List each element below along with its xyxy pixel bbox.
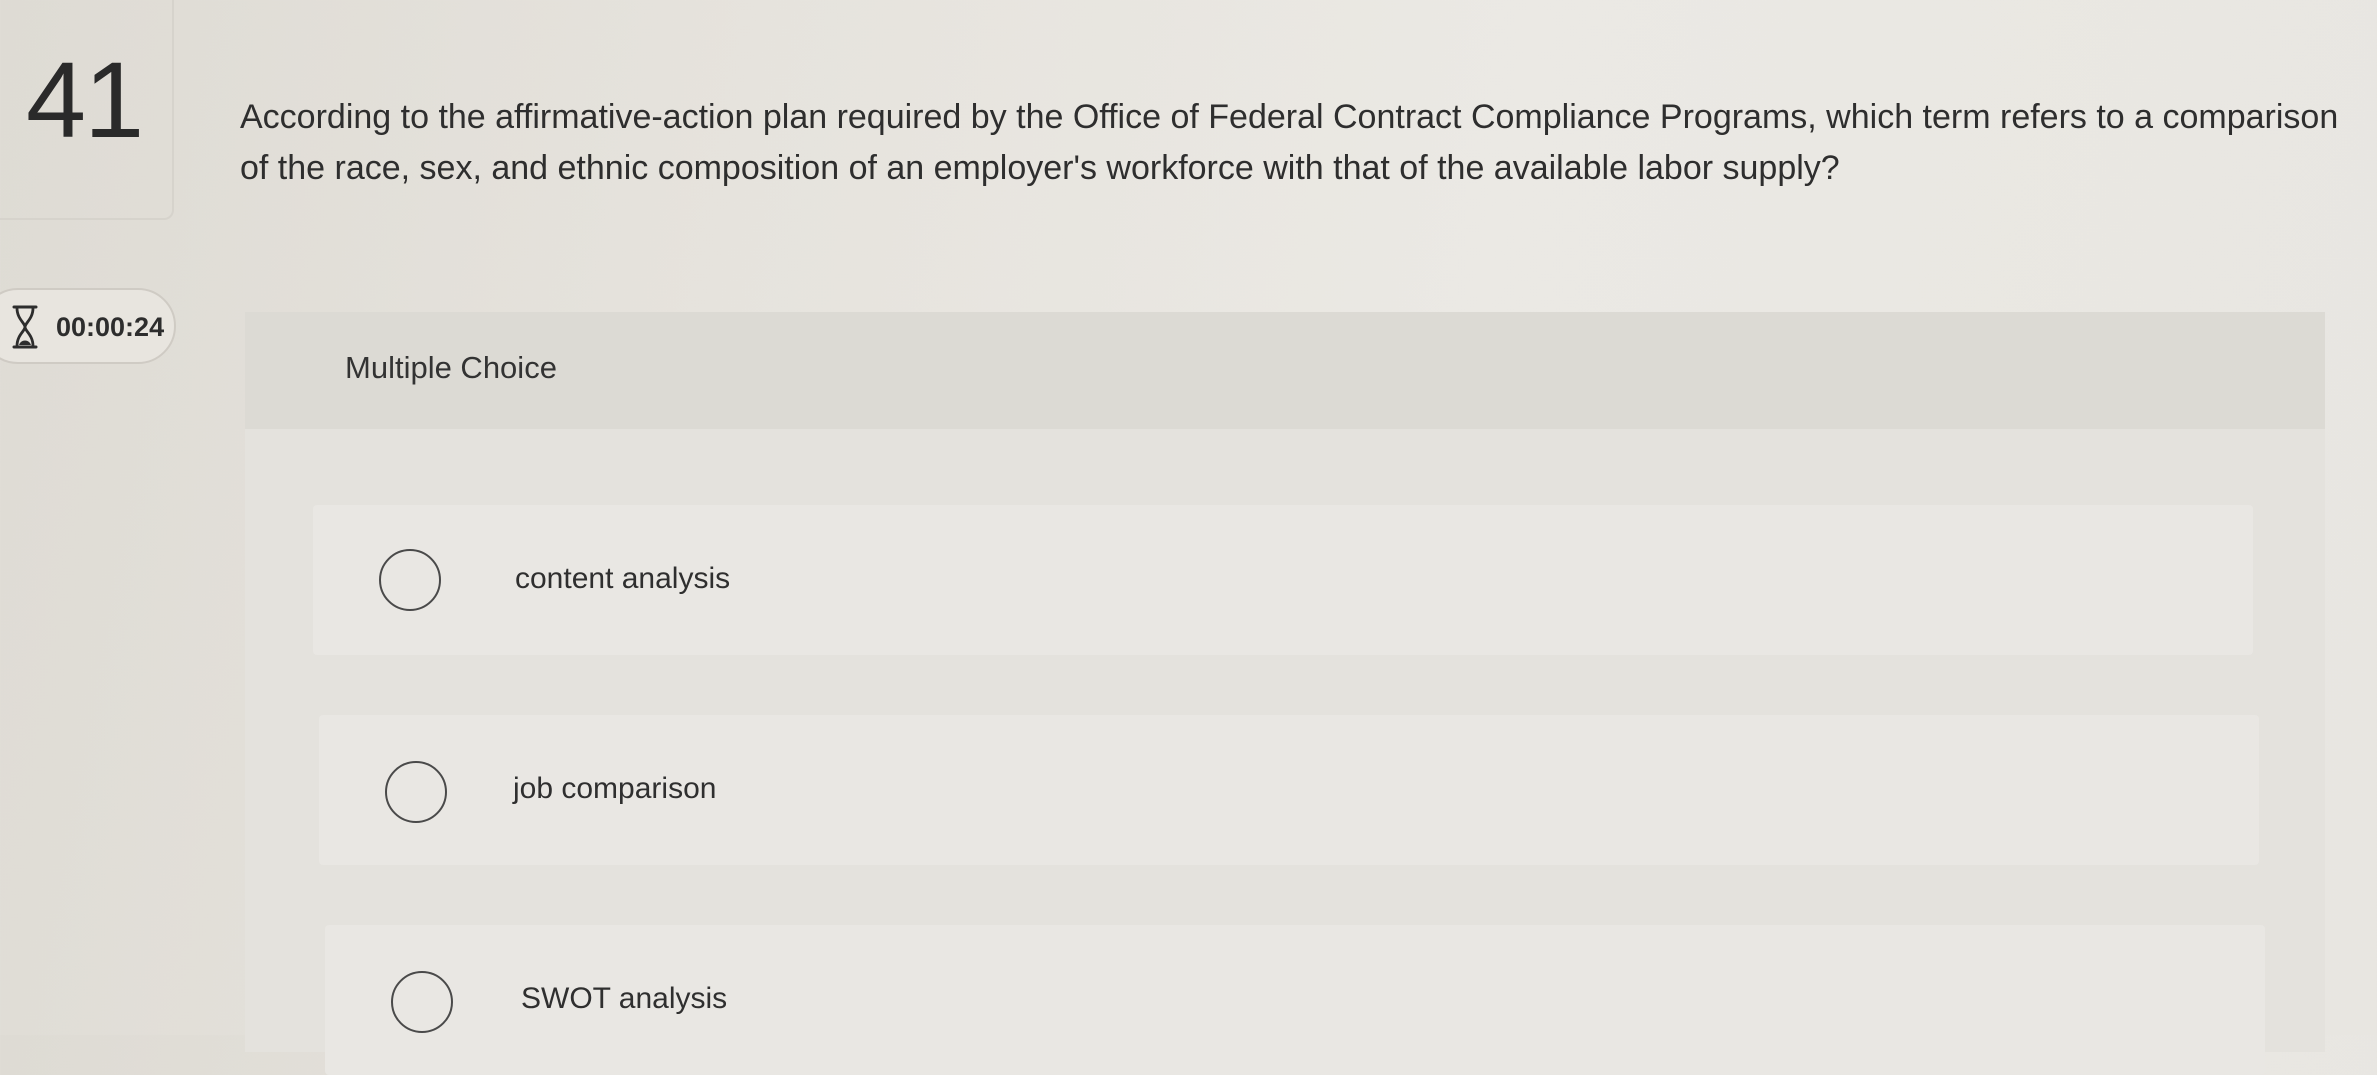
option-label: job comparison (513, 772, 717, 805)
option-job-comparison[interactable]: job comparison (319, 715, 2259, 865)
multiple-choice-label: Multiple Choice (345, 350, 557, 385)
question-number: 41 (26, 39, 144, 160)
radio-button[interactable] (391, 971, 453, 1033)
option-content-analysis[interactable]: content analysis (313, 505, 2253, 655)
timer[interactable]: 00:00:24 (0, 288, 176, 364)
option-label: content analysis (515, 562, 731, 595)
multiple-choice-header: Multiple Choice (245, 312, 2325, 429)
radio-button[interactable] (385, 761, 447, 823)
question-number-box: 41 (0, 0, 174, 220)
radio-button[interactable] (379, 549, 441, 611)
hourglass-icon (12, 305, 38, 349)
timer-value: 00:00:24 (56, 312, 165, 342)
option-label: SWOT analysis (521, 982, 728, 1015)
option-swot-analysis[interactable]: SWOT analysis (325, 925, 2265, 1075)
question-text: According to the affirmative-action plan… (240, 98, 2339, 187)
multiple-choice-panel: Multiple Choice content analysis job com… (245, 312, 2325, 1075)
